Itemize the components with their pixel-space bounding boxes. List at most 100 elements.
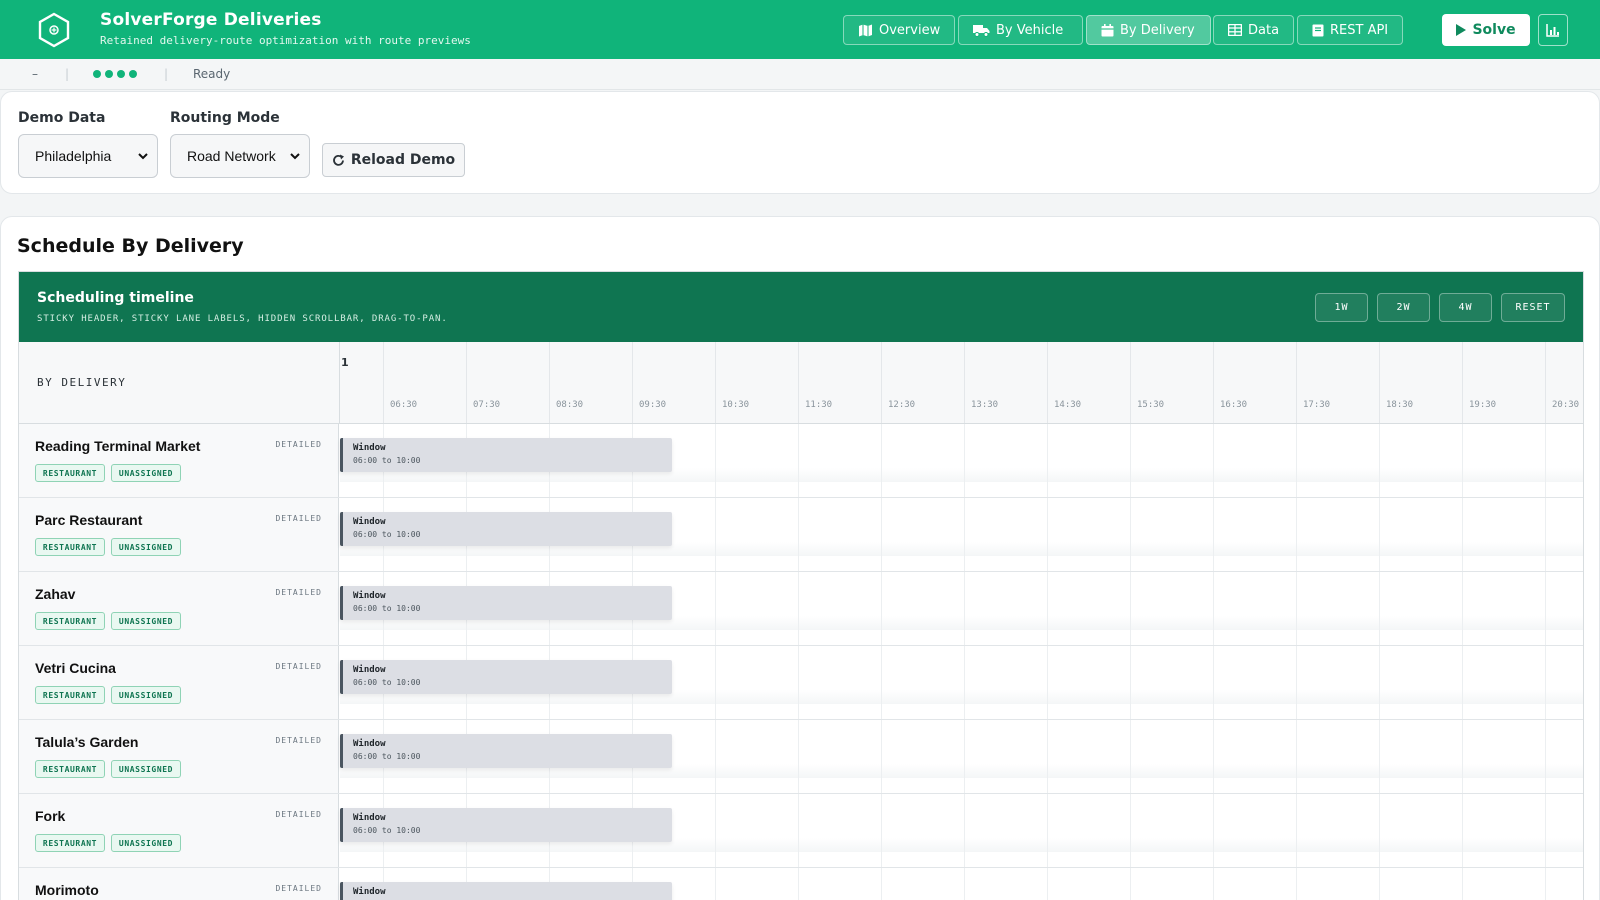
grid-line (1047, 794, 1048, 867)
status-divider: | (65, 67, 70, 81)
tab-by-delivery[interactable]: By Delivery (1086, 15, 1211, 45)
map-icon (859, 24, 872, 36)
grid-line (1213, 720, 1214, 793)
grid-line (1462, 868, 1463, 900)
category-badge: RESTAURANT (35, 464, 105, 482)
tick-label: 15:30 (1137, 400, 1165, 410)
reload-demo-button[interactable]: Reload Demo (322, 143, 465, 177)
tick-line (632, 342, 633, 423)
grid-line (1462, 424, 1463, 497)
lane-label[interactable]: Zahav DETAILED RESTAURANT UNASSIGNED (19, 572, 339, 645)
zoom-reset-button[interactable]: RESET (1501, 293, 1565, 322)
timeline-title: Scheduling timeline (37, 290, 194, 306)
grid-line (1047, 646, 1048, 719)
tick-line (715, 342, 716, 423)
tick-label: 11:30 (805, 400, 833, 410)
schedule-title: Schedule By Delivery (17, 235, 244, 257)
scheduling-timeline[interactable]: Scheduling timeline STICKY HEADER, STICK… (18, 271, 1584, 900)
category-badge: RESTAURANT (35, 686, 105, 704)
tab-overview[interactable]: Overview (843, 15, 955, 45)
status-badge: UNASSIGNED (111, 686, 181, 704)
grid-line (1213, 424, 1214, 497)
delivery-name: Zahav (35, 586, 76, 602)
tab-by-vehicle[interactable]: By Vehicle (958, 15, 1083, 45)
grid-line (1379, 572, 1380, 645)
tick-line (1047, 342, 1048, 423)
time-window-bar[interactable]: Window 06:00 to 10:00 (340, 734, 672, 768)
grid-line (1130, 868, 1131, 900)
status-bar: – | | Ready (0, 59, 1600, 90)
routing-mode-select[interactable]: Road Network (170, 134, 310, 178)
grid-line (1296, 794, 1297, 867)
tick-label: 12:30 (888, 400, 916, 410)
tick-label: 19:30 (1469, 400, 1497, 410)
lane-row: Vetri Cucina DETAILED RESTAURANT UNASSIGNED… (19, 646, 1583, 720)
grid-line (715, 868, 716, 900)
tab-by-delivery-label: By Delivery (1120, 22, 1195, 38)
timeline-header: Scheduling timeline STICKY HEADER, STICK… (19, 272, 1583, 342)
time-window-bar[interactable]: Window06:00 to 10:00 (340, 438, 672, 472)
time-window-bar[interactable]: Window06:00 to 10:00 (340, 586, 672, 620)
window-title: Window (353, 443, 386, 453)
lane-track: Window06:00 to 10:00 (340, 868, 1583, 900)
time-window-bar[interactable]: Window06:00 to 10:00 (340, 512, 672, 546)
grid-line (1296, 868, 1297, 900)
window-title: Window (353, 739, 386, 749)
tick-line (1545, 342, 1546, 423)
tab-data[interactable]: Data (1213, 15, 1294, 45)
delivery-name: Vetri Cucina (35, 660, 116, 676)
chart-toggle-button[interactable] (1538, 14, 1568, 46)
grid-line (881, 498, 882, 571)
demo-data-label: Demo Data (18, 110, 106, 126)
zoom-4w-button[interactable]: 4W (1439, 293, 1492, 322)
lane-label[interactable]: Talula’s Garden DETAILED RESTAURANT UNASSIG… (19, 720, 339, 793)
detail-tag: DETAILED (275, 810, 322, 819)
grid-line (881, 646, 882, 719)
time-window-bar[interactable]: Window06:00 to 10:00 (340, 882, 672, 900)
window-title: Window (353, 665, 386, 675)
solve-button[interactable]: Solve (1442, 14, 1530, 46)
grid-line (964, 572, 965, 645)
tab-rest-api[interactable]: REST API (1297, 15, 1403, 45)
category-badge: RESTAURANT (35, 760, 105, 778)
timeline-axis: BY DELIVERY 1 06:30 07:30 08:30 09:30 10:30 1… (19, 342, 1583, 424)
grid-line (1545, 720, 1546, 793)
schedule-card: Schedule By Delivery Scheduling timeline… (0, 216, 1600, 900)
window-range: 06:00 to 10:00 (353, 752, 421, 761)
grid-line (798, 794, 799, 867)
grid-line (715, 646, 716, 719)
grid-line (964, 868, 965, 900)
book-icon (1312, 24, 1324, 36)
lane-label[interactable]: Parc Restaurant DETAILED RESTAURANT UNASSIG… (19, 498, 339, 571)
tick-line (1379, 342, 1380, 423)
lane-track: Window06:00 to 10:00 (340, 424, 1583, 497)
grid-line (1047, 572, 1048, 645)
tick-line (1130, 342, 1131, 423)
demo-data-select[interactable]: Philadelphia (18, 134, 158, 178)
time-window-bar[interactable]: Window06:00 to 10:00 (340, 808, 672, 842)
window-title: Window (353, 517, 386, 527)
grid-line (1462, 498, 1463, 571)
tab-data-label: Data (1248, 22, 1280, 38)
lane-label[interactable]: Reading Terminal Market DETAILED RESTAURAN… (19, 424, 339, 497)
lane-label[interactable]: MorimotoDETAILEDRESTAURANTUNASSIGNED (19, 868, 339, 900)
grid-line (1379, 498, 1380, 571)
zoom-2w-button[interactable]: 2W (1377, 293, 1430, 322)
tick-line (881, 342, 882, 423)
grid-line (881, 572, 882, 645)
solverforge-logo-icon (38, 12, 70, 48)
lane-label[interactable]: Fork DETAILED RESTAURANT UNASSIGNED (19, 794, 339, 867)
day-marker: 1 (341, 356, 349, 369)
detail-tag: DETAILED (275, 662, 322, 671)
time-window-bar[interactable]: Window06:00 to 10:00 (340, 660, 672, 694)
reload-demo-label: Reload Demo (350, 152, 456, 168)
grid-line (1462, 572, 1463, 645)
chart-icon (1546, 23, 1559, 37)
zoom-1w-button[interactable]: 1W (1315, 293, 1368, 322)
grid-line (1130, 646, 1131, 719)
lane-label[interactable]: Vetri Cucina DETAILED RESTAURANT UNASSIGNED (19, 646, 339, 719)
category-badge: RESTAURANT (35, 538, 105, 556)
grid-line (881, 424, 882, 497)
status-text: Ready (193, 67, 231, 81)
grid-line (964, 646, 965, 719)
